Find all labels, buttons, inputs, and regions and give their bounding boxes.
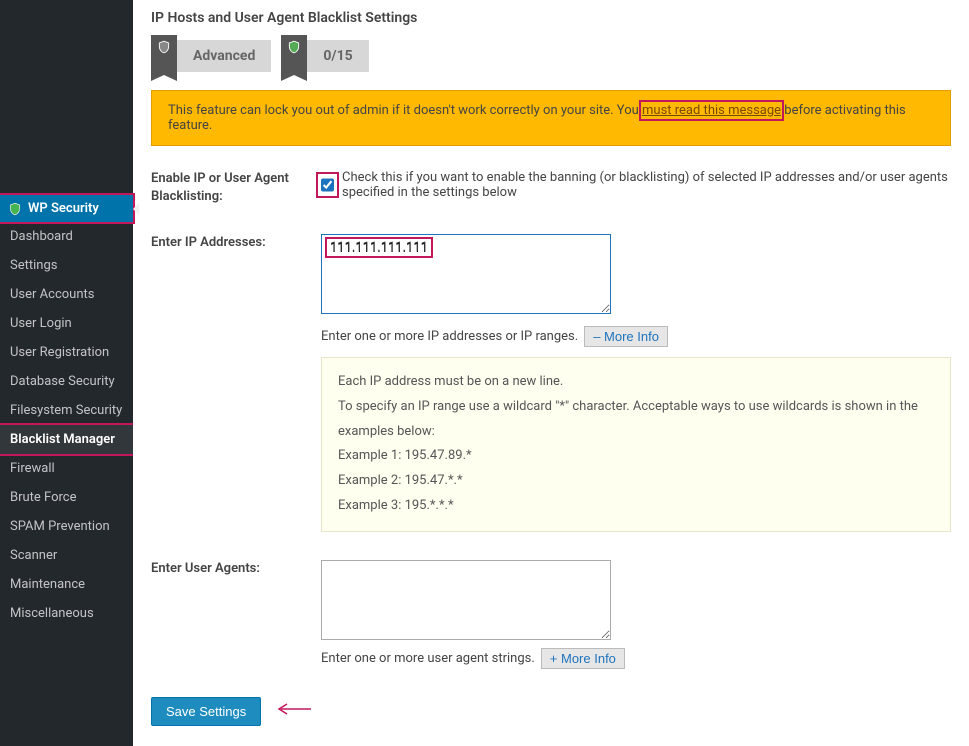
security-badges: Advanced 0/15 bbox=[151, 40, 951, 72]
sidebar-header-label: WP Security bbox=[28, 201, 99, 216]
ribbon-icon bbox=[151, 35, 177, 75]
info-line: To specify an IP range use a wildcard "*… bbox=[338, 395, 934, 444]
user-agents-row: Enter User Agents: Enter one or more use… bbox=[151, 560, 951, 669]
warning-notice: This feature can lock you out of admin i… bbox=[151, 90, 951, 146]
badge-advanced-label: Advanced bbox=[177, 48, 271, 64]
info-line: Example 1: 195.47.89.* bbox=[338, 444, 934, 469]
sidebar-item-user-registration[interactable]: User Registration bbox=[0, 338, 133, 367]
info-line: Each IP address must be on a new line. bbox=[338, 370, 934, 395]
ip-addresses-label: Enter IP Addresses: bbox=[151, 234, 321, 252]
ip-addresses-row: Enter IP Addresses: 111.111.111.111 Ente… bbox=[151, 234, 951, 531]
enable-blacklist-checkbox[interactable] bbox=[321, 177, 334, 193]
save-settings-button[interactable]: Save Settings bbox=[151, 697, 261, 726]
sidebar-item-scanner[interactable]: Scanner bbox=[0, 541, 133, 570]
notice-text-pre: This feature can lock you out of admin i… bbox=[168, 103, 642, 118]
sidebar-item-maintenance[interactable]: Maintenance bbox=[0, 570, 133, 599]
sidebar-item-brute-force[interactable]: Brute Force bbox=[0, 483, 133, 512]
notice-link[interactable]: must read this message bbox=[642, 103, 781, 118]
sidebar-item-filesystem-security[interactable]: Filesystem Security bbox=[0, 396, 133, 425]
sidebar-item-settings[interactable]: Settings bbox=[0, 251, 133, 280]
ua-help-text: Enter one or more user agent strings. bbox=[321, 651, 535, 666]
enable-blacklist-label: Enable IP or User Agent Blacklisting: bbox=[151, 170, 321, 206]
badge-advanced: Advanced bbox=[151, 40, 271, 72]
ribbon-icon bbox=[281, 35, 307, 75]
sidebar-item-user-accounts[interactable]: User Accounts bbox=[0, 280, 133, 309]
badge-score-label: 0/15 bbox=[307, 48, 368, 64]
enable-blacklist-help: Check this if you want to enable the ban… bbox=[342, 170, 951, 200]
sidebar-item-blacklist-manager[interactable]: Blacklist Manager bbox=[0, 425, 133, 454]
page-title: IP Hosts and User Agent Blacklist Settin… bbox=[151, 10, 951, 26]
ip-info-panel: Each IP address must be on a new line.To… bbox=[321, 357, 951, 531]
enable-blacklist-row: Enable IP or User Agent Blacklisting: Ch… bbox=[151, 170, 951, 206]
ip-help-text: Enter one or more IP addresses or IP ran… bbox=[321, 329, 578, 344]
sidebar-item-database-security[interactable]: Database Security bbox=[0, 367, 133, 396]
sidebar-item-user-login[interactable]: User Login bbox=[0, 309, 133, 338]
info-line: Example 2: 195.47.*.* bbox=[338, 469, 934, 494]
active-indicator-icon bbox=[133, 203, 139, 215]
arrow-left-icon bbox=[275, 702, 311, 720]
user-agents-label: Enter User Agents: bbox=[151, 560, 321, 578]
shield-icon bbox=[8, 202, 22, 216]
user-agents-input[interactable] bbox=[321, 560, 611, 640]
sidebar-item-firewall[interactable]: Firewall bbox=[0, 454, 133, 483]
admin-sidebar: WP Security DashboardSettingsUser Accoun… bbox=[0, 0, 133, 746]
ua-more-info-button[interactable]: + More Info bbox=[541, 648, 625, 669]
sidebar-item-miscellaneous[interactable]: Miscellaneous bbox=[0, 599, 133, 628]
badge-score: 0/15 bbox=[281, 40, 368, 72]
main-content: IP Hosts and User Agent Blacklist Settin… bbox=[133, 0, 969, 746]
sidebar-header-wp-security[interactable]: WP Security bbox=[0, 195, 133, 222]
sidebar-item-spam-prevention[interactable]: SPAM Prevention bbox=[0, 512, 133, 541]
ip-addresses-input[interactable] bbox=[321, 234, 611, 314]
ip-more-info-button[interactable]: – More Info bbox=[584, 326, 668, 347]
sidebar-item-dashboard[interactable]: Dashboard bbox=[0, 222, 133, 251]
info-line: Example 3: 195.*.*.* bbox=[338, 494, 934, 519]
